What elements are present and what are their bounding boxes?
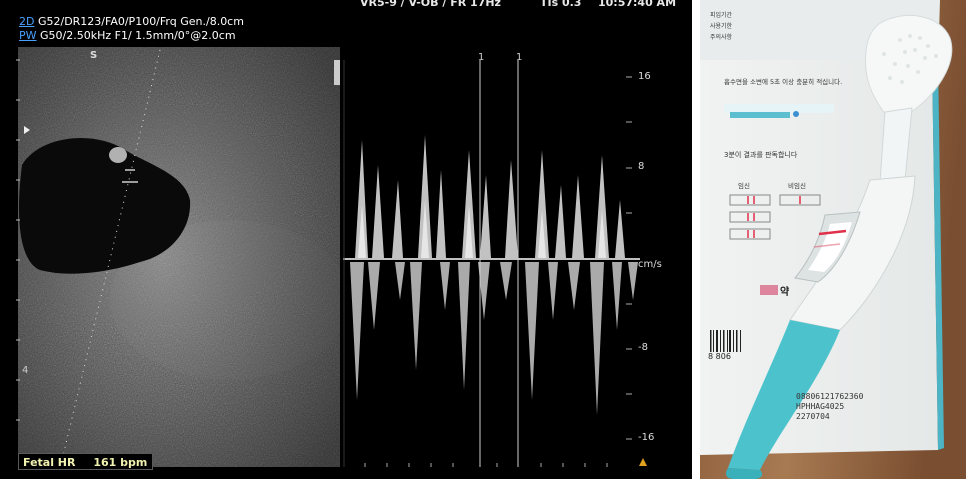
fetal-pole <box>109 147 127 163</box>
box-label-2: 사용기한 <box>710 23 733 30</box>
lot-number: 08806121762360 <box>796 392 864 401</box>
box-label-3: 주의사항 <box>710 34 733 41</box>
fetal-hr-label: Fetal HR <box>23 456 76 469</box>
scale-label-8: 8 <box>638 161 645 172</box>
doppler-spectrum <box>343 47 647 467</box>
fetal-hr-readout: Fetal HR 161 bpm <box>18 453 153 470</box>
box-label-1: 피임기간 <box>710 12 733 19</box>
lot-code: HPHHAG4025 <box>796 402 845 411</box>
brand-fragment: 약 <box>780 287 790 298</box>
result-negative-label: 비임신 <box>788 182 806 190</box>
scale-label-16: 16 <box>638 71 651 82</box>
header-params: VR5-9 / V-OB / FR 17Hz <box>360 0 501 9</box>
pregnancy-test-photo: 피임기간 사용기한 주의사항 흡수면을 소변에 5초 이상 충분히 적십니다. … <box>700 0 966 479</box>
scale-label-neg16: -16 <box>638 432 655 443</box>
scale-label-unit: cm/s <box>638 259 662 270</box>
mode-2d-params: G52/DR123/FA0/P100/Frq Gen./8.0cm <box>37 15 244 28</box>
fetal-hr-unit: bpm <box>120 456 148 469</box>
mode-2d-label: 2D <box>19 15 35 28</box>
b-mode-image <box>18 47 340 467</box>
mode-line-2d: 2D G52/DR123/FA0/P100/Frq Gen./8.0cm <box>19 16 244 28</box>
lot-date: 2270704 <box>796 412 830 421</box>
caliper-2-label: 1 <box>516 52 523 63</box>
lot-info: 08806121762360 HPHHAG4025 2270704 <box>796 392 863 422</box>
header-tis: TIs 0.3 <box>540 0 582 9</box>
box-info-list: 피임기간 사용기한 주의사항 <box>710 10 732 43</box>
ultrasound-graphics <box>16 47 647 467</box>
gain-bar <box>334 60 340 85</box>
depth-marker: 4 <box>22 365 29 376</box>
barcode-digits: 8 806 <box>708 352 731 361</box>
panel-divider <box>692 0 700 479</box>
ultrasound-screen: VR5-9 / V-OB / FR 17Hz TIs 0.3 10:57:40 … <box>0 0 692 479</box>
step-text: 3분이 결과를 판독합니다 <box>724 151 798 159</box>
fetal-hr-value: 161 <box>93 456 117 469</box>
header-time: 10:57:40 AM <box>598 0 677 9</box>
scale-label-neg8: -8 <box>638 342 648 353</box>
mode-pw-params: G50/2.50kHz F1/ 1.5mm/0°@2.0cm <box>40 29 236 42</box>
result-positive-label: 임신 <box>738 182 750 190</box>
instruction-text: 흡수면을 소변에 5초 이상 충분히 적십니다. <box>724 78 843 86</box>
probe-marker: S <box>90 50 98 61</box>
mode-pw-label: PW <box>19 29 37 42</box>
caliper-1-label: 1 <box>478 52 485 63</box>
mode-line-pw: PW G50/2.50kHz F1/ 1.5mm/0°@2.0cm <box>19 30 236 42</box>
